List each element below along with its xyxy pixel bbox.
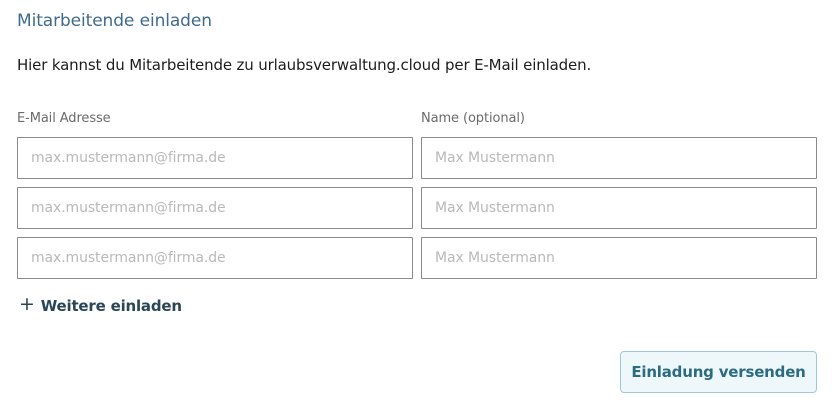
email-field[interactable] [17, 137, 413, 179]
invite-employees-panel: Mitarbeitende einladen Hier kannst du Mi… [0, 0, 832, 411]
add-more-label: Weitere einladen [40, 296, 182, 315]
plus-icon: + [19, 293, 35, 315]
intro-text: Hier kannst du Mitarbeitende zu urlaubsv… [17, 56, 592, 74]
email-field[interactable] [17, 237, 413, 279]
name-field[interactable] [421, 237, 817, 279]
name-field[interactable] [421, 137, 817, 179]
page-title: Mitarbeitende einladen [17, 11, 212, 31]
name-column-label: Name (optional) [421, 111, 525, 126]
email-field[interactable] [17, 187, 413, 229]
add-more-button[interactable]: + Weitere einladen [19, 293, 182, 315]
email-column-label: E-Mail Adresse [17, 111, 111, 126]
name-field[interactable] [421, 187, 817, 229]
send-invitation-button[interactable]: Einladung versenden [620, 351, 817, 393]
